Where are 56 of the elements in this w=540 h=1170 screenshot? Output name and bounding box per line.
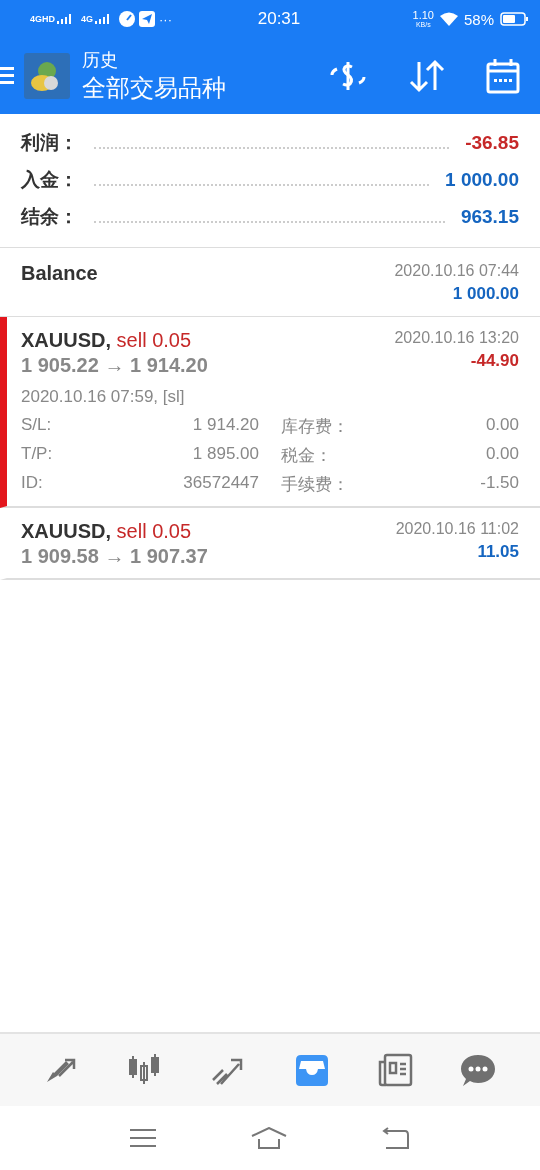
detail-value: 0.00 <box>484 444 519 465</box>
more-notifications: ··· <box>159 11 173 27</box>
chat-icon <box>459 1052 498 1088</box>
balance-label: Balance <box>21 262 98 286</box>
deal-profit: -44.90 <box>470 351 519 371</box>
currency-exchange-icon[interactable] <box>328 59 368 93</box>
summary-label: 入金： <box>21 168 78 192</box>
menu-icon[interactable] <box>0 66 14 86</box>
summary-value: 963.15 <box>460 206 519 228</box>
summary-value: 1 000.00 <box>445 169 519 191</box>
detail-label: 库存费： <box>280 416 350 438</box>
signal-icon <box>95 14 110 24</box>
battery-icon <box>500 12 528 26</box>
deal-profit: 11.05 <box>477 542 519 562</box>
clock: 20:31 <box>257 9 301 29</box>
balance-time: 2020.10.16 07:44 <box>394 262 519 280</box>
detail-label: T/P: <box>21 444 54 465</box>
wifi-icon <box>440 12 458 26</box>
detail-label: ID: <box>21 473 44 494</box>
app-logo-icon <box>24 53 70 99</box>
deal-title: XAUUSD, sell 0.05 <box>21 329 193 352</box>
nav-tab[interactable] <box>459 1052 498 1088</box>
signal-icon <box>57 14 71 24</box>
deal-row[interactable]: XAUUSD, sell 0.05 1 905.22 → 1 914.20 2020.10.16 13:20 -44.90 2020.10.16 07:59, [sl] S/L: 1 914.20 库存费： 0.00 T/P: 1 895.00 税金： 0.00 ID: 36572447 手续费： -1.50 <box>0 317 540 508</box>
detail-label: S/L: <box>21 415 53 436</box>
battery-percent: 58% <box>464 10 494 28</box>
balance-amount: 1 000.00 <box>452 284 519 304</box>
deal-time: 2020.10.16 13:20 <box>394 329 519 347</box>
gauge-icon <box>119 11 136 27</box>
network-label: 4G <box>81 14 94 24</box>
network-speed: 1.10 <box>412 10 434 21</box>
detail-value: -1.50 <box>479 473 519 494</box>
detail-value: 0.00 <box>484 415 519 436</box>
detail-label: 税金： <box>280 445 333 467</box>
summary-label: 结余： <box>21 205 78 229</box>
back-icon[interactable] <box>382 1127 410 1149</box>
deal-prices: 1 905.22 → 1 914.20 <box>21 354 208 377</box>
detail-value: 1 914.20 <box>191 415 259 436</box>
calendar-icon[interactable] <box>486 58 520 94</box>
send-icon <box>139 11 156 27</box>
deal-row[interactable]: XAUUSD, sell 0.05 1 909.58 → 1 907.37 2020.10.16 11:02 11.05 <box>0 508 540 580</box>
detail-value: 1 895.00 <box>191 444 259 465</box>
deal-title: XAUUSD, sell 0.05 <box>21 520 193 543</box>
home-icon[interactable] <box>251 1127 287 1149</box>
menu-icon[interactable] <box>130 1128 156 1148</box>
close-info: 2020.10.16 07:59, [sl] <box>21 387 186 407</box>
summary-value: -36.85 <box>465 132 519 154</box>
network-label: 4GHD <box>30 14 55 24</box>
screen-title: 历史 <box>82 49 119 72</box>
deal-prices: 1 909.58 → 1 907.37 <box>21 545 208 568</box>
symbol-filter[interactable]: 全部交易品种 <box>82 72 328 104</box>
summary-label: 利润： <box>21 131 78 155</box>
detail-value: 36572447 <box>182 473 259 494</box>
sort-icon[interactable] <box>408 59 446 93</box>
detail-label: 手续费： <box>280 474 350 496</box>
deal-time: 2020.10.16 11:02 <box>395 520 519 538</box>
